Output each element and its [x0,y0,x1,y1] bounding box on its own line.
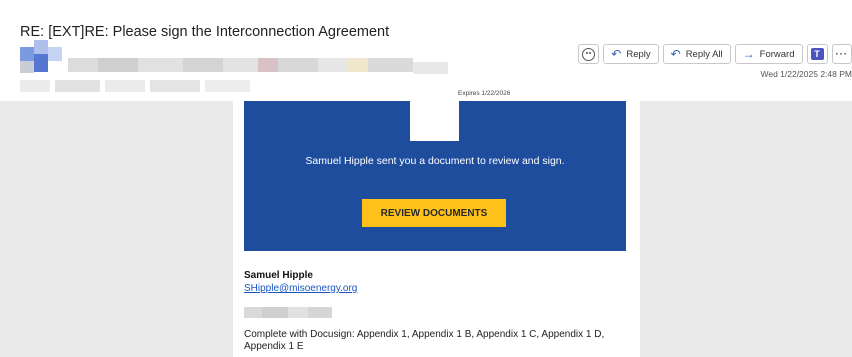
review-documents-button[interactable]: REVIEW DOCUMENTS [362,199,506,227]
email-subject: RE: [EXT]RE: Please sign the Interconnec… [20,24,390,40]
banner-message: Samuel Hipple sent you a document to rev… [305,155,565,167]
reading-pane-margin-left [0,101,233,357]
teams-icon: T [810,48,824,60]
forward-arrow-icon: → [742,47,755,61]
smiley-icon [582,47,596,61]
more-actions-button[interactable]: ··· [831,44,852,64]
forward-button[interactable]: → Forward [734,44,803,64]
reply-all-button[interactable]: ↶ Reply All [662,44,731,64]
reply-label: Reply [626,48,651,60]
reply-all-icon: ↶ [670,47,681,61]
forward-label: Forward [759,48,795,60]
document-description: Complete with Docusign: Appendix 1, Appe… [244,329,605,352]
reply-arrow-icon: ↶ [611,47,622,61]
reply-all-label: Reply All [685,48,723,60]
emoji-button[interactable] [578,44,600,64]
received-date: Wed 1/22/2025 2:48 PM [760,69,852,79]
reading-pane-margin-right [640,101,852,357]
email-header: RE: [EXT]RE: Please sign the Interconnec… [0,0,852,101]
reply-button[interactable]: ↶ Reply [603,44,659,64]
sender-name: Samuel Hipple [244,270,313,281]
teams-button[interactable]: T [806,44,828,64]
sender-email-link[interactable]: SHipple@misoenergy.org [244,283,357,294]
message-toolbar: ↶ Reply ↶ Reply All → Forward T ··· [578,44,852,64]
expires-text: Expires 1/22/2026 [458,90,511,97]
more-icon: ··· [835,48,848,60]
logo-placeholder [410,101,459,141]
